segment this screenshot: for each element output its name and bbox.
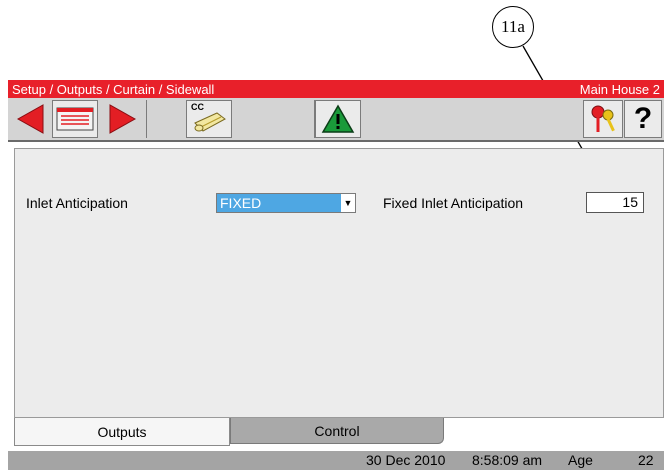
inlet-anticipation-value: FIXED — [217, 194, 341, 212]
status-age-label: Age — [568, 452, 593, 468]
keys-icon — [591, 105, 615, 132]
toolbar-divider — [146, 100, 147, 138]
fixed-inlet-anticipation-input[interactable]: 15 — [586, 192, 644, 213]
callout-label: 11a — [492, 6, 534, 48]
help-button[interactable]: ? — [624, 100, 662, 138]
chevron-down-icon: ▼ — [343, 198, 353, 208]
forward-button[interactable] — [102, 100, 142, 138]
breadcrumb: Setup / Outputs / Curtain / Sidewall — [12, 81, 215, 97]
copy-config-icon: CC — [187, 101, 231, 137]
status-date: 30 Dec 2010 — [366, 452, 446, 468]
title-bar: Setup / Outputs / Curtain / Sidewall Mai… — [8, 80, 664, 98]
fixed-inlet-anticipation-label: Fixed Inlet Anticipation — [383, 195, 524, 211]
back-button[interactable] — [10, 100, 50, 138]
left-arrow-icon — [16, 104, 44, 134]
toolbar: CC ? — [8, 98, 664, 142]
list-card-icon — [56, 107, 94, 131]
tab-outputs[interactable]: Outputs — [14, 418, 230, 446]
inlet-anticipation-dropdown[interactable]: FIXED ▼ — [216, 193, 356, 213]
warning-triangle-icon — [321, 104, 355, 133]
copy-config-button[interactable]: CC — [186, 100, 232, 138]
inlet-anticipation-label: Inlet Anticipation — [26, 195, 128, 211]
status-age-value: 22 — [638, 452, 654, 468]
tab-control[interactable]: Control — [230, 418, 444, 444]
main-panel: Inlet Anticipation FIXED ▼ Fixed Inlet A… — [14, 148, 664, 418]
status-bar: 30 Dec 2010 8:58:09 am Age 22 — [8, 451, 664, 470]
alarm-button[interactable] — [315, 100, 361, 138]
login-button[interactable] — [583, 100, 623, 138]
house-name: Main House 2 — [579, 81, 660, 97]
menu-button[interactable] — [52, 100, 98, 138]
status-time: 8:58:09 am — [472, 452, 543, 468]
right-arrow-icon — [109, 104, 137, 134]
